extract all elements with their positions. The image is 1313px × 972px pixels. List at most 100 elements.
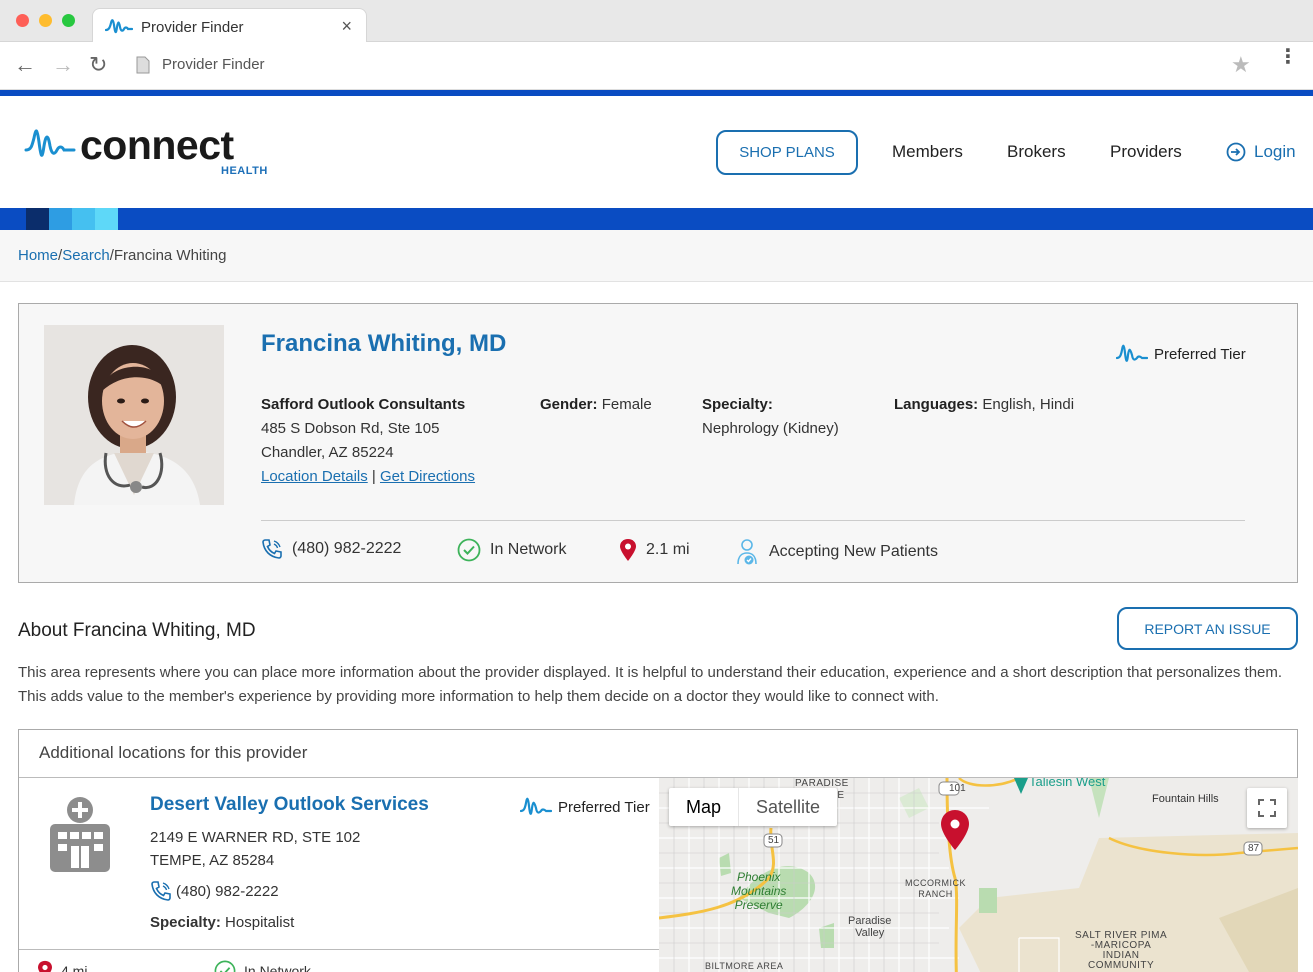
get-directions-link[interactable]: Get Directions — [380, 468, 475, 485]
practice-block: Safford Outlook Consultants 485 S Dobson… — [261, 393, 521, 489]
location-distance-value: 4 mi — [61, 962, 88, 972]
brand-square — [95, 208, 118, 230]
map-type-toggle: Map Satellite — [669, 788, 838, 826]
distance-value: 2.1 mi — [646, 541, 690, 558]
additional-locations-heading: Additional locations for this provider — [19, 730, 1297, 778]
brand-bar — [0, 208, 1313, 230]
network-status: In Network — [490, 541, 567, 558]
network-stat: In Network — [457, 538, 566, 562]
map-route-label: 87 — [1248, 843, 1260, 854]
specialty-label: Specialty: — [702, 396, 773, 413]
provider-card: Francina Whiting, MD Preferred Tier Saff… — [18, 303, 1298, 583]
preferred-tier-icon — [1116, 344, 1148, 362]
provider-photo — [44, 325, 224, 505]
nav-members[interactable]: Members — [892, 142, 963, 162]
fullscreen-icon — [1258, 799, 1276, 817]
tab-title: Provider Finder — [141, 19, 244, 36]
fullscreen-button[interactable] — [1247, 788, 1287, 828]
preferred-tier-label: Preferred Tier — [1154, 345, 1246, 363]
phone-icon — [262, 539, 282, 559]
languages-label: Languages: — [894, 396, 979, 413]
map-label-fountain-hills: Fountain Hills — [1152, 793, 1219, 805]
location-pin-icon — [620, 539, 636, 561]
reload-icon[interactable]: ↻ — [89, 54, 107, 76]
about-heading: About Francina Whiting, MD — [18, 620, 256, 641]
address-line-2: Chandler, AZ 85224 — [261, 444, 394, 461]
bookmark-star-icon[interactable]: ★ — [1231, 52, 1251, 78]
preferred-tier-label: Preferred Tier — [558, 798, 650, 816]
location-distance-stat: 4 mi — [37, 960, 87, 972]
preferred-tier-badge: Preferred Tier — [1116, 342, 1246, 366]
map-label-salt-river: SALT RIVER PIMA -MARICOPA INDIAN COMMUNI… — [1075, 930, 1168, 971]
report-issue-button[interactable]: REPORT AN ISSUE — [1117, 607, 1298, 650]
languages-block: Languages: English, Hindi — [894, 393, 1074, 417]
breadcrumb: Home/Search/Francina Whiting — [18, 247, 226, 264]
preferred-tier-badge: Preferred Tier — [520, 795, 650, 819]
location-phone[interactable]: (480) 982-2222 — [150, 880, 279, 902]
location-address-2: TEMPE, AZ 85284 — [150, 852, 275, 869]
window-maximize-button[interactable] — [62, 14, 75, 27]
logo-text[interactable]: connect — [80, 122, 234, 169]
location-address-1: 2149 E WARNER RD, STE 102 — [150, 829, 361, 846]
phone-number: (480) 982-2222 — [292, 540, 402, 557]
divider — [261, 520, 1245, 521]
window-minimize-button[interactable] — [39, 14, 52, 27]
nav-brokers[interactable]: Brokers — [1007, 142, 1066, 162]
location-specialty-label: Specialty: — [150, 914, 221, 931]
map-label-paradise-valley: Paradise Valley — [848, 915, 892, 939]
preferred-tier-icon — [520, 797, 552, 815]
satellite-tab[interactable]: Satellite — [739, 788, 837, 826]
breadcrumb-current: Francina Whiting — [113, 247, 227, 264]
specialty-block: Specialty: Nephrology (Kidney) — [702, 393, 839, 441]
login-icon — [1226, 142, 1246, 162]
gender-block: Gender: Female — [540, 393, 652, 417]
location-details-link[interactable]: Location Details — [261, 468, 368, 485]
brand-square — [72, 208, 95, 230]
map-label-mccormick: MCCORMICK RANCH — [905, 878, 966, 899]
check-circle-icon — [457, 538, 481, 562]
connect-favicon-icon — [105, 19, 133, 34]
accepting-patients-icon — [737, 539, 757, 565]
gender-value: Female — [601, 396, 652, 413]
location-specialty-value: Hospitalist — [225, 914, 295, 931]
phone-stat[interactable]: (480) 982-2222 — [261, 538, 401, 560]
map-tab[interactable]: Map — [669, 788, 740, 826]
location-map[interactable]: 101 51 87 PARADISE VILLAGE Taliesin West… — [659, 778, 1298, 972]
forward-icon[interactable]: → — [52, 54, 74, 76]
accepting-label: Accepting New Patients — [769, 543, 938, 560]
hospital-icon — [50, 797, 110, 872]
browser-tab-bar: Provider Finder × — [0, 0, 1313, 43]
location-name[interactable]: Desert Valley Outlook Services — [150, 794, 429, 816]
address-line-1: 485 S Dobson Rd, Ste 105 — [261, 420, 440, 437]
specialty-value: Nephrology (Kidney) — [702, 420, 839, 437]
logo-subtitle: HEALTH — [221, 165, 268, 177]
divider — [19, 949, 659, 950]
tab-close-icon[interactable]: × — [341, 16, 352, 37]
window-close-button[interactable] — [16, 14, 29, 27]
map-label-phoenix-mountains: Phoenix Mountains Preserve — [731, 870, 787, 912]
login-label: Login — [1254, 142, 1296, 161]
url-input[interactable]: Provider Finder — [162, 56, 265, 73]
nav-providers[interactable]: Providers — [1110, 142, 1182, 162]
languages-value: English, Hindi — [982, 396, 1075, 413]
location-card: Desert Valley Outlook Services Preferred… — [19, 778, 659, 972]
browser-tab[interactable]: Provider Finder × — [92, 8, 367, 43]
connect-logo-icon — [24, 129, 76, 157]
map-route-label: 101 — [949, 783, 966, 794]
page-icon — [136, 56, 150, 74]
shop-plans-button[interactable]: SHOP PLANS — [716, 130, 858, 175]
check-circle-icon — [214, 960, 236, 972]
additional-locations-panel: Additional locations for this provider D… — [18, 729, 1298, 972]
browser-menu-icon[interactable]: ⋮ — [1278, 47, 1298, 67]
map-label-biltmore: BILTMORE AREA — [705, 961, 784, 971]
login-link[interactable]: Login — [1226, 142, 1296, 162]
location-phone-number: (480) 982-2222 — [176, 882, 279, 900]
phone-icon — [151, 881, 171, 901]
provider-name[interactable]: Francina Whiting, MD — [261, 330, 506, 358]
location-specialty: Specialty: Hospitalist — [150, 914, 294, 931]
link-separator: | — [371, 468, 376, 485]
location-pin-icon — [38, 960, 52, 972]
breadcrumb-home[interactable]: Home — [18, 247, 58, 264]
back-icon[interactable]: ← — [14, 54, 36, 76]
breadcrumb-search[interactable]: Search — [62, 247, 110, 264]
